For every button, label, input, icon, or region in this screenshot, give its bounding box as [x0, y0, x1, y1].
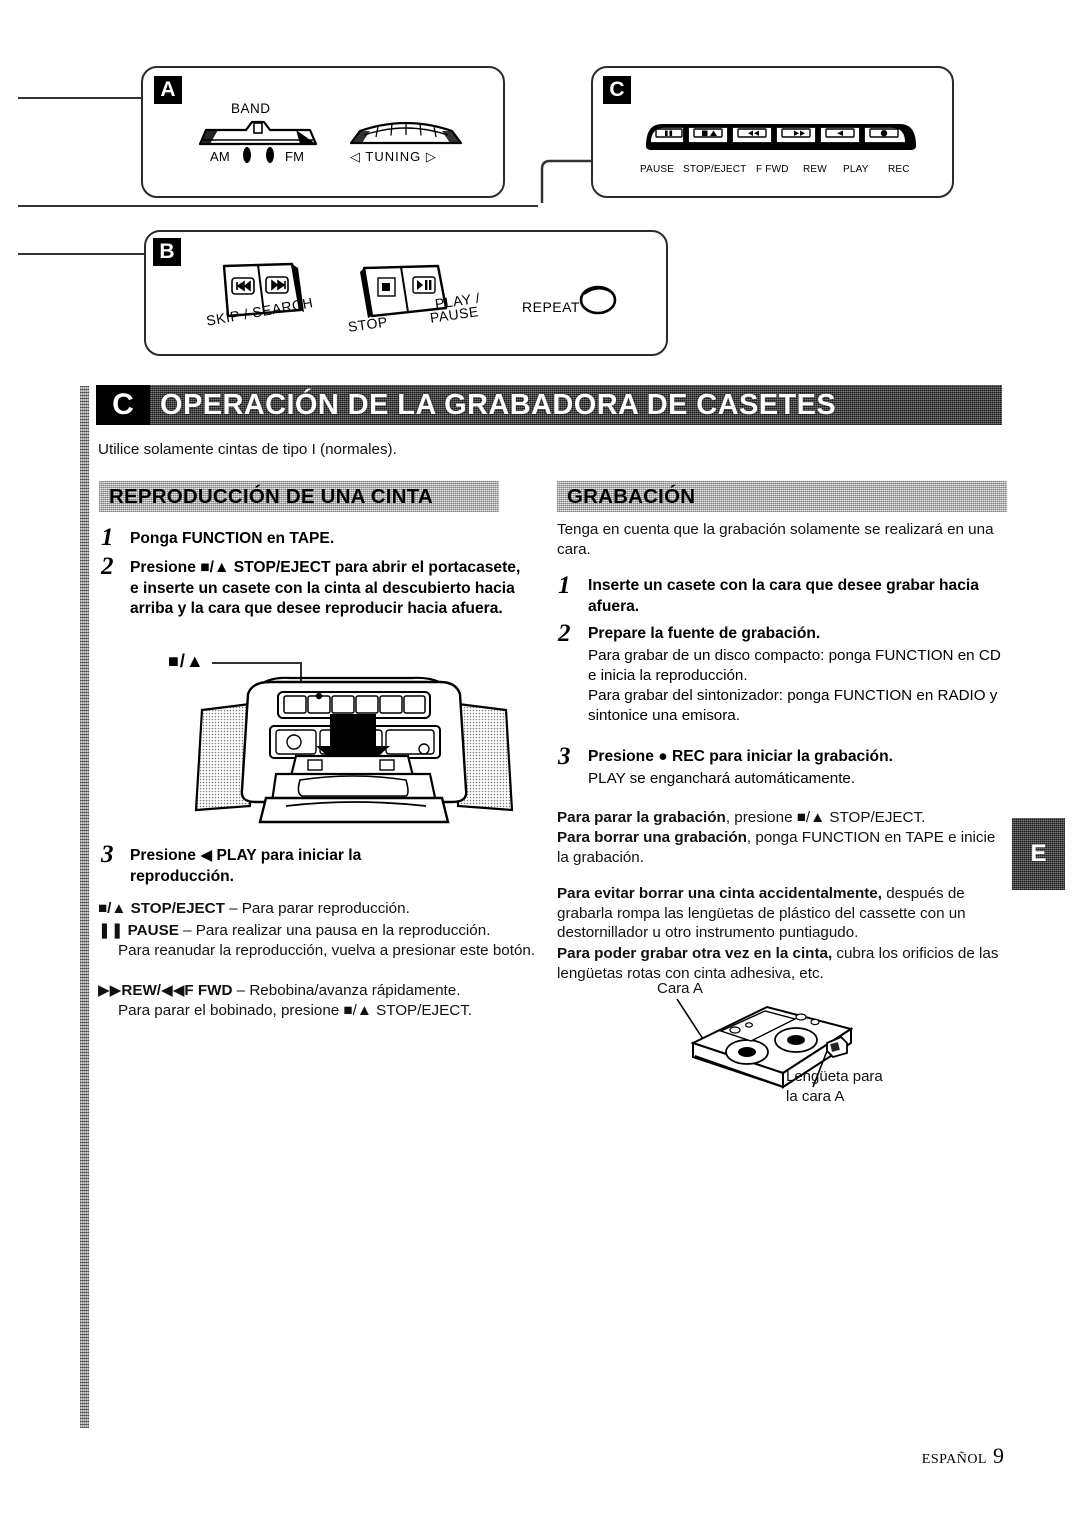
am-label: AM	[210, 149, 230, 164]
playback-note-pause-rest: – Para realizar una pausa en la reproduc…	[178, 922, 491, 939]
section-badge: C	[96, 385, 150, 425]
playback-step-2-text: Presione ■/▲ STOP/EJECT para abrir el po…	[130, 559, 521, 618]
playback-step-1-text: Ponga FUNCTION en TAPE.	[130, 530, 335, 547]
transport-label-pause: PAUSE	[640, 164, 675, 175]
transport-buttons-icon	[646, 124, 916, 150]
page-title: OPERACIÓN DE LA GRABADORA DE CASETES	[160, 389, 837, 421]
recording-note-erase: Para borrar una grabación, ponga FUNCTIO…	[557, 828, 1007, 867]
band-label: BAND	[231, 101, 271, 116]
playback-note-rew-ffwd-cont: Para parar el bobinado, presione ■/▲ STO…	[118, 1002, 473, 1019]
band-switch-icon	[198, 120, 318, 146]
playback-heading: REPRODUCCIÓN DE UNA CINTA	[109, 485, 433, 508]
recording-step-3-sub: PLAY se enganchará automáticamente.	[588, 770, 856, 787]
tuning-rocker-icon	[349, 121, 463, 145]
playback-note-pause: ❚❚ PAUSE – Para realizar una pausa en la…	[98, 921, 543, 941]
recording-note-stop: Para parar la grabación, presione ■/▲ ST…	[557, 808, 1007, 828]
repeat-knob-icon	[579, 285, 617, 315]
recording-note-stop-lead: Para parar la grabación	[557, 809, 726, 826]
playback-step-3-text: Presione ◀ PLAY para iniciar la reproduc…	[130, 847, 362, 885]
deck-callout-label: ■/▲	[168, 651, 205, 671]
playback-note-stop-lead: ■/▲ STOP/EJECT	[98, 900, 225, 917]
playback-note-pause-lead: ❚❚ PAUSE	[98, 922, 179, 939]
transport-label-play: PLAY	[843, 164, 869, 175]
recording-intro: Tenga en cuenta que la grabación solamen…	[557, 521, 994, 558]
recording-note-stop-rest: , presione ■/▲ STOP/EJECT.	[725, 809, 926, 826]
side-tab-e: E	[1012, 818, 1065, 890]
playback-note-rew-ffwd-lead: ▶▶REW/◀◀F FWD	[98, 982, 233, 999]
playback-note-stop: ■/▲ STOP/EJECT – Para parar reproducción…	[98, 899, 543, 919]
recording-note-protect-lead: Para evitar borrar una cinta accidentalm…	[557, 885, 882, 902]
transport-label-rew: REW	[803, 164, 827, 175]
recording-step-2-text: Prepare la fuente de grabación.	[588, 625, 821, 642]
recording-step-1-text: Inserte un casete con la cara que desee …	[588, 577, 979, 615]
leader-line-panel-b	[18, 253, 146, 255]
playback-step-3-number: 3	[101, 841, 114, 868]
recording-step-3-number: 3	[558, 743, 571, 770]
section-intro: Utilice solamente cintas de tipo I (norm…	[98, 441, 397, 458]
cassette-deck-illustration	[194, 676, 514, 824]
transport-label-f-fwd: F FWD	[756, 164, 789, 175]
page-left-rule	[80, 386, 89, 1428]
fm-label: FM	[285, 149, 305, 164]
deck-callout-leader	[212, 662, 302, 664]
repeat-label: REPEAT	[522, 299, 580, 315]
band-indicator-icons	[243, 147, 274, 163]
transport-label-rec: REC	[888, 164, 910, 175]
transport-label-stop-eject: STOP/EJECT	[683, 164, 747, 175]
playback-note-pause-cont: Para reanudar la reproducción, vuelva a …	[118, 942, 536, 959]
page-footer: ESPAÑOL 9	[922, 1443, 1004, 1469]
cassette-tab-label-line2: la cara A	[786, 1088, 845, 1105]
recording-note-erase-lead: Para borrar una grabación	[557, 829, 747, 846]
recording-step-2-sub: Para grabar de un disco compacto: ponga …	[588, 647, 1001, 724]
recording-step-1-number: 1	[558, 572, 571, 599]
cassette-tab-label-line1: Lengüeta para	[786, 1068, 883, 1085]
footer-page-number: 9	[993, 1443, 1004, 1468]
recording-note-reuse: Para poder grabar otra vez en la cinta, …	[557, 944, 1012, 983]
panel-c-badge: C	[603, 76, 631, 104]
footer-language-label: ESPAÑOL	[921, 1452, 987, 1467]
recording-step-2-number: 2	[558, 620, 571, 647]
leader-line-panel-a	[18, 97, 143, 99]
playback-note-rew-ffwd: ▶▶REW/◀◀F FWD – Rebobina/avanza rápidame…	[98, 981, 543, 1001]
recording-step-3-text: Presione ● REC para iniciar la grabación…	[588, 748, 893, 765]
playback-note-stop-rest: – Para parar reproducción.	[224, 900, 410, 917]
recording-note-reuse-lead: Para poder grabar otra vez en la cinta,	[557, 945, 833, 962]
panel-b-badge: B	[153, 238, 181, 266]
tuning-label: ◁ TUNING ▷	[350, 149, 437, 164]
recording-heading: GRABACIÓN	[567, 485, 696, 508]
diagram-horizontal-rule	[18, 205, 538, 207]
playback-step-2-number: 2	[101, 553, 114, 580]
recording-note-protect: Para evitar borrar una cinta accidentalm…	[557, 884, 1012, 943]
panel-a-badge: A	[154, 76, 182, 104]
playback-step-1-number: 1	[101, 524, 114, 551]
playback-note-rew-ffwd-rest: – Rebobina/avanza rápidamente.	[232, 982, 461, 999]
